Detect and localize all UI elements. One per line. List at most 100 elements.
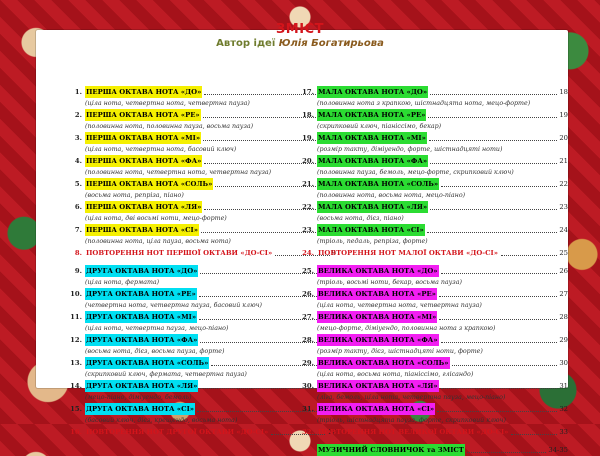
leader-dots <box>430 155 557 164</box>
entry-label: МАЛА ОКТАВА НОТА «РЕ» <box>317 109 427 121</box>
toc-entry[interactable]: 18. МАЛА ОКТАВА НОТА «РЕ» 19 <box>300 109 568 121</box>
entry-page-number: 20 <box>559 134 568 142</box>
toc-entry[interactable]: 8. ПОВТОРЕННЯ НОТ ПЕРШОЇ ОКТАВИ «ДО-СІ» 9 <box>68 247 336 259</box>
entry-page-number: 23 <box>559 203 568 211</box>
entry-number: 32. <box>302 428 314 436</box>
entry-description: (ліга, бемоль, ціла нота, четвертна пауз… <box>317 394 506 401</box>
entry-description: (половинна пауза, бемоль, мецо-форте, ск… <box>317 169 514 176</box>
toc-entry[interactable]: 21. МАЛА ОКТАВА НОТА «СОЛЬ» 22 <box>300 178 568 190</box>
toc-entry[interactable]: 27. ВЕЛИКА ОКТАВА НОТА «МІ» 28 <box>300 311 568 323</box>
toc-entry[interactable]: 16. ПОВТОРЕННЯ НОТ ДРУГОЇ ОКТАВИ «ДО-СІ» 1… <box>68 426 336 438</box>
entry-page-number: 19 <box>559 111 568 119</box>
entry-number: 3. <box>74 134 82 142</box>
entry-number: 27. <box>302 313 314 321</box>
entry-label: ПЕРША ОКТАВА НОТА «СОЛЬ» <box>85 178 214 190</box>
toc-entry[interactable]: 10.ДРУГА ОКТАВА НОТА «РЕ»11 <box>68 288 336 300</box>
entry-label: ДРУГА ОКТАВА НОТА «СІ» <box>85 403 195 415</box>
toc-entry[interactable]: 26. ВЕЛИКА ОКТАВА НОТА «РЕ» 27 <box>300 288 568 300</box>
toc-entry[interactable]: 4.ПЕРША ОКТАВА НОТА «ФА»5 <box>68 155 336 167</box>
entry-number: 11. <box>70 313 82 321</box>
entry-number: 28. <box>302 336 314 344</box>
leader-dots <box>427 224 557 233</box>
toc-entry[interactable]: 32. ПОВТОРЕННЯ НОТ ВЕЛИКОЇ ОКТАВИ «ДО-СІ»… <box>300 426 568 438</box>
entry-number: 25. <box>302 267 314 275</box>
author-name: Юлія Богатирьова <box>278 38 384 49</box>
leader-dots <box>441 265 557 274</box>
toc-entry[interactable]: 7.ПЕРША ОКТАВА НОТА «СІ»8 <box>68 224 336 236</box>
entry-number: 22. <box>302 203 314 211</box>
glossary-page-number: 34-35 <box>548 446 568 454</box>
entry-number: 6. <box>74 203 82 211</box>
toc-entry[interactable]: 12.ДРУГА ОКТАВА НОТА «ФА»13 <box>68 334 336 346</box>
entry-label: ВЕЛИКА ОКТАВА НОТА «МІ» <box>317 311 438 323</box>
entry-description: (половинна нота, четвертна нота, четверт… <box>85 169 272 176</box>
leader-dots <box>429 132 557 141</box>
entry-label: ВЕЛИКА ОКТАВА НОТА «ЛЯ» <box>317 380 439 392</box>
entry-label: МАЛА ОКТАВА НОТА «МІ» <box>317 132 427 144</box>
entry-page-number: 24 <box>559 226 568 234</box>
entry-page-number: 25 <box>559 249 568 257</box>
entry-label: МАЛА ОКТАВА НОТА «ДО» <box>317 86 429 98</box>
toc-entry[interactable]: 13.ДРУГА ОКТАВА НОТА «СОЛЬ»14 <box>68 357 336 369</box>
glossary-entry[interactable]: МУЗИЧНИЙ СЛОВНИЧОК та ЗМІСТ 34-35 <box>300 444 568 456</box>
leader-dots <box>439 288 557 297</box>
toc-entry[interactable]: 28. ВЕЛИКА ОКТАВА НОТА «ФА» 29 <box>300 334 568 346</box>
entry-description: (половинна нота, восьма нота, мецо-піано… <box>317 192 466 199</box>
toc-entry[interactable]: 20. МАЛА ОКТАВА НОТА «ФА» 21 <box>300 155 568 167</box>
glossary-label: МУЗИЧНИЙ СЛОВНИЧОК та ЗМІСТ <box>317 444 465 456</box>
toc-entry[interactable]: 23. МАЛА ОКТАВА НОТА «СІ» 24 <box>300 224 568 236</box>
toc-entry[interactable]: 5.ПЕРША ОКТАВА НОТА «СОЛЬ»6 <box>68 178 336 190</box>
entry-label: ВЕЛИКА ОКТАВА НОТА «СІ» <box>317 403 436 415</box>
toc-entry[interactable]: 6.ПЕРША ОКТАВА НОТА «ЛЯ»7 <box>68 201 336 213</box>
entry-label: ВЕЛИКА ОКТАВА НОТА «ФА» <box>317 334 439 346</box>
entry-number: 17. <box>302 88 314 96</box>
entry-description: (басовий ключ, дієз, крещендо, восьма но… <box>85 417 238 424</box>
toc-entry[interactable]: 11.ДРУГА ОКТАВА НОТА «МІ»12 <box>68 311 336 323</box>
entry-number: 23. <box>302 226 314 234</box>
toc-entry[interactable]: 9.ДРУГА ОКТАВА НОТА «ДО»10 <box>68 265 336 277</box>
toc-entry[interactable]: 30. ВЕЛИКА ОКТАВА НОТА «ЛЯ» 31 <box>300 380 568 392</box>
toc-entry[interactable]: 14.ДРУГА ОКТАВА НОТА «ЛЯ»15 <box>68 380 336 392</box>
entry-label: МАЛА ОКТАВА НОТА «ЛЯ» <box>317 201 429 213</box>
entry-number: 14. <box>70 382 82 390</box>
entry-label: ДРУГА ОКТАВА НОТА «МІ» <box>85 311 198 323</box>
entry-label: ПЕРША ОКТАВА НОТА «ЛЯ» <box>85 201 203 213</box>
toc-entry[interactable]: 17. МАЛА ОКТАВА НОТА «ДО» 18 <box>300 86 568 98</box>
entry-label: ПЕРША ОКТАВА НОТА «ФА» <box>85 155 203 167</box>
entry-description: (ціла нота, дві восьмі ноти, мецо-форте) <box>85 215 227 222</box>
entry-description: (четвертна нота, четвертна пауза, басови… <box>85 302 262 309</box>
entry-description: (тріоль, шістнадцята пауза, форте, скрип… <box>317 417 506 424</box>
entry-page-number: 33 <box>559 428 568 436</box>
leader-dots <box>428 109 557 118</box>
leader-dots <box>467 444 546 453</box>
toc-entry[interactable]: 3.ПЕРША ОКТАВА НОТА «МІ»4 <box>68 132 336 144</box>
entry-page-number: 27 <box>559 290 568 298</box>
entry-number: 4. <box>74 157 82 165</box>
entry-page-number: 26 <box>559 267 568 275</box>
entry-number: 24. <box>302 249 314 257</box>
leader-dots <box>452 357 557 366</box>
entry-description: (мецо-піано, діміуендо, бемоль) <box>85 394 192 401</box>
toc-entry[interactable]: 15.ДРУГА ОКТАВА НОТА «СІ»16 <box>68 403 336 415</box>
toc-entry[interactable]: 2.ПЕРША ОКТАВА НОТА «РЕ»3 <box>68 109 336 121</box>
entry-description: (половинна нота, половинна пауза, восьма… <box>85 123 254 130</box>
toc-entry[interactable]: 22. МАЛА ОКТАВА НОТА «ЛЯ» 23 <box>300 201 568 213</box>
toc-entry[interactable]: 24. ПОВТОРЕННЯ НОТ МАЛОЇ ОКТАВИ «ДО-СІ» 25 <box>300 247 568 259</box>
toc-entry[interactable]: 25. ВЕЛИКА ОКТАВА НОТА «ДО» 26 <box>300 265 568 277</box>
toc-entry[interactable]: 1.ПЕРША ОКТАВА НОТА «ДО»2 <box>68 86 336 98</box>
entry-description: (восьма нота, дієз, піано) <box>317 215 404 222</box>
entry-page-number: 30 <box>559 359 568 367</box>
entry-label: ПЕРША ОКТАВА НОТА «СІ» <box>85 224 199 236</box>
entry-page-number: 32 <box>559 405 568 413</box>
leader-dots <box>441 178 557 187</box>
entry-number: 12. <box>70 336 82 344</box>
leader-dots <box>441 334 557 343</box>
toc-entry[interactable]: 29. ВЕЛИКА ОКТАВА НОТА «СОЛЬ» 30 <box>300 357 568 369</box>
entry-number: 8. <box>74 249 82 257</box>
entry-page-number: 18 <box>559 88 568 96</box>
entry-label: МАЛА ОКТАВА НОТА «СІ» <box>317 224 425 236</box>
entry-description: (половинна нота з крапкою, шістнадцята н… <box>317 100 531 107</box>
entry-label: ВЕЛИКА ОКТАВА НОТА «СОЛЬ» <box>317 357 450 369</box>
toc-entry[interactable]: 31. ВЕЛИКА ОКТАВА НОТА «СІ» 32 <box>300 403 568 415</box>
toc-entry[interactable]: 19. МАЛА ОКТАВА НОТА «МІ» 20 <box>300 132 568 144</box>
